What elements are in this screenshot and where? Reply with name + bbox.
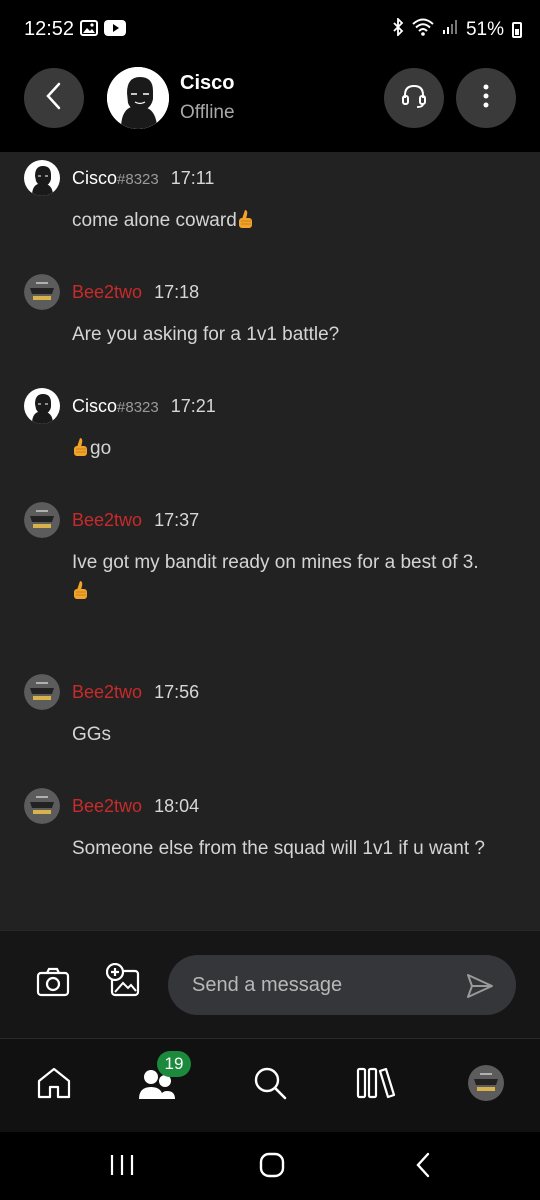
status-bar: 12:52 51% — [0, 0, 540, 56]
bottom-navigation: 19 — [0, 1038, 540, 1132]
message-time: 17:18 — [154, 282, 200, 302]
bluetooth-icon — [392, 16, 404, 42]
chat-header: Cisco Offline — [0, 56, 540, 152]
message-text: go — [90, 438, 112, 459]
youtube-icon — [104, 20, 126, 41]
avatar[interactable] — [24, 788, 60, 824]
home-button[interactable] — [255, 1150, 289, 1184]
more-vertical-icon — [483, 84, 489, 113]
message-text: Ive got my bandit ready on mines for a b… — [72, 552, 479, 573]
message-composer — [0, 930, 540, 1038]
message-time: 17:37 — [154, 510, 200, 530]
nav-profile[interactable] — [466, 1064, 506, 1106]
friends-badge: 19 — [157, 1051, 191, 1077]
message-time: 18:04 — [154, 796, 200, 816]
message-text: GGs — [72, 724, 112, 745]
battery-percent: 51% — [465, 19, 504, 40]
battery-icon — [512, 22, 522, 38]
library-icon — [356, 1067, 396, 1104]
avatar[interactable] — [24, 674, 60, 710]
search-icon — [253, 1066, 287, 1105]
nav-library[interactable] — [356, 1065, 396, 1105]
message-text: Are you asking for a 1v1 battle? — [72, 324, 340, 345]
message-text: Someone else from the squad will 1v1 if … — [72, 838, 485, 859]
avatar[interactable] — [24, 502, 60, 538]
back-icon — [44, 81, 64, 116]
message-username[interactable]: Bee2two — [72, 510, 142, 531]
avatar[interactable] — [107, 67, 169, 129]
message-time: 17:56 — [154, 682, 200, 702]
send-icon[interactable] — [466, 973, 494, 999]
user-tag: #8323 — [117, 399, 159, 416]
avatar[interactable] — [24, 388, 60, 424]
message-list[interactable]: Cisco #8323 17:11 come alone coward Bee2… — [0, 152, 540, 930]
headset-icon — [400, 82, 428, 115]
thumbs-up-icon — [72, 579, 90, 601]
message-time: 17:11 — [170, 168, 215, 188]
recent-apps-button[interactable] — [105, 1150, 139, 1184]
message-text: come alone coward — [72, 210, 237, 231]
profile-avatar — [468, 1064, 504, 1106]
thumbs-up-icon — [72, 436, 90, 458]
message-username[interactable]: Cisco — [72, 396, 117, 417]
thumbs-up-icon — [237, 208, 255, 230]
add-image-icon[interactable] — [105, 962, 142, 999]
message-input[interactable] — [168, 955, 516, 1015]
nav-search[interactable] — [250, 1065, 290, 1105]
user-tag: #8323 — [117, 171, 159, 188]
message-username[interactable]: Cisco — [72, 168, 117, 189]
gallery-icon — [80, 20, 98, 41]
system-back-button[interactable] — [406, 1150, 440, 1184]
voice-chat-button[interactable] — [384, 68, 444, 128]
avatar[interactable] — [24, 274, 60, 310]
nav-home[interactable] — [34, 1065, 74, 1105]
more-options-button[interactable] — [456, 68, 516, 128]
message-time: 17:21 — [170, 396, 216, 416]
system-navigation — [0, 1132, 540, 1200]
back-button[interactable] — [24, 68, 84, 128]
contact-status: Offline — [180, 102, 235, 123]
home-icon — [36, 1066, 72, 1105]
signal-icon — [442, 19, 458, 41]
recent-apps-icon — [109, 1153, 135, 1182]
message-username[interactable]: Bee2two — [72, 796, 142, 817]
avatar[interactable] — [24, 160, 60, 196]
status-time: 12:52 — [24, 18, 75, 40]
message-username[interactable]: Bee2two — [72, 682, 142, 703]
back-icon — [414, 1151, 432, 1184]
camera-icon[interactable] — [36, 967, 70, 997]
home-circle-icon — [258, 1151, 286, 1184]
wifi-icon — [412, 18, 434, 42]
contact-name: Cisco — [180, 72, 235, 94]
message-username[interactable]: Bee2two — [72, 282, 142, 303]
